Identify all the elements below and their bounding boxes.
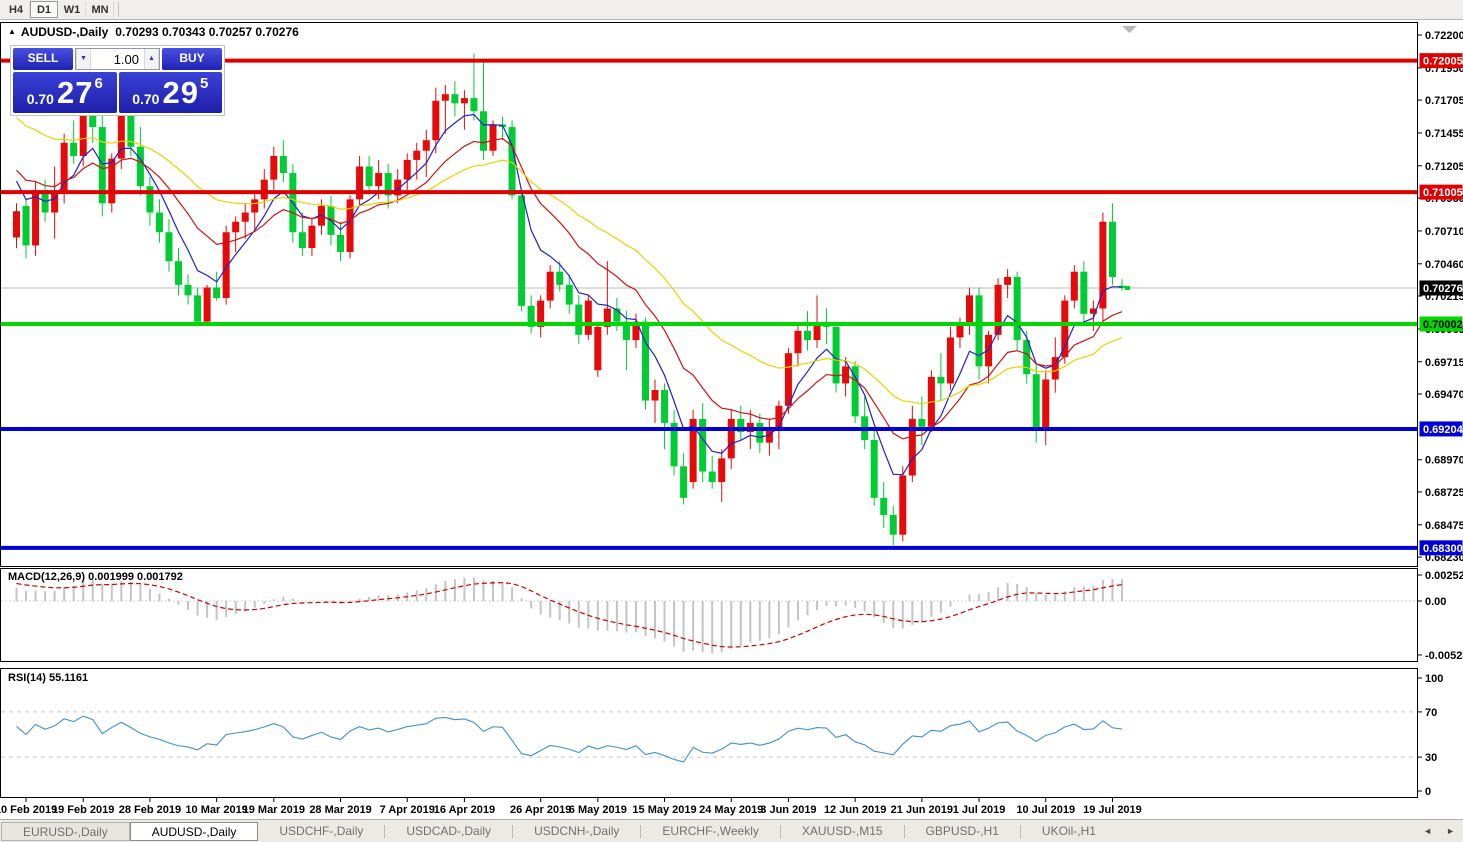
timeframe-button-w1[interactable]: W1 bbox=[58, 1, 86, 18]
svg-text:28 Feb 2019: 28 Feb 2019 bbox=[119, 804, 181, 816]
svg-text:0.00: 0.00 bbox=[1425, 596, 1446, 608]
svg-text:0.002522: 0.002522 bbox=[1425, 570, 1463, 582]
chart-header: ▲ AUDUSD-,Daily 0.70293 0.70343 0.70257 0.… bbox=[8, 25, 299, 39]
svg-text:0.69204: 0.69204 bbox=[1423, 424, 1463, 436]
volume-increase-button[interactable]: ▲ bbox=[144, 49, 159, 69]
tab-gbpusd-h1[interactable]: GBPUSD-,H1 bbox=[905, 822, 1020, 841]
volume-input[interactable] bbox=[91, 49, 144, 69]
svg-text:10 Feb 2019: 10 Feb 2019 bbox=[0, 804, 57, 816]
mt4-chart-window: H4 D1 W1 MN ▲ AUDUSD-,Daily 0.70293 0.70343 0… bbox=[0, 0, 1463, 842]
buy-button[interactable]: BUY bbox=[162, 48, 222, 70]
svg-text:24 May 2019: 24 May 2019 bbox=[699, 804, 763, 816]
tab-usdcnh-daily[interactable]: USDCNH-,Daily bbox=[513, 822, 640, 841]
svg-text:28 Mar 2019: 28 Mar 2019 bbox=[309, 804, 371, 816]
tabs-scroll-left-icon[interactable]: ◄ bbox=[1423, 826, 1432, 836]
svg-text:3 Jun 2019: 3 Jun 2019 bbox=[760, 804, 816, 816]
panel-frames bbox=[0, 22, 1418, 798]
tab-eurusd-daily[interactable]: EURUSD-,Daily bbox=[1, 821, 130, 841]
svg-text:19 Mar 2019: 19 Mar 2019 bbox=[243, 804, 305, 816]
price-axis: 0.722000.719500.717050.714550.712050.709… bbox=[1417, 30, 1463, 564]
svg-text:0.68725: 0.68725 bbox=[1425, 487, 1463, 499]
svg-text:7 Apr 2019: 7 Apr 2019 bbox=[380, 804, 435, 816]
svg-text:0.71205: 0.71205 bbox=[1425, 161, 1463, 173]
chart-ohlc-values: 0.70293 0.70343 0.70257 0.70276 bbox=[115, 25, 299, 39]
rsi-indicator-label: RSI(14) 55.1161 bbox=[8, 672, 89, 684]
svg-text:26 Apr 2019: 26 Apr 2019 bbox=[510, 804, 571, 816]
svg-text:0.71455: 0.71455 bbox=[1425, 128, 1463, 140]
collapse-arrow-icon[interactable]: ▲ bbox=[8, 27, 16, 36]
macd-indicator-label: MACD(12,26,9) 0.001999 0.001792 bbox=[8, 571, 183, 583]
timeframe-toolbar: H4 D1 W1 MN bbox=[0, 0, 1463, 20]
buy-price-sup: 5 bbox=[199, 75, 209, 92]
tabs-scroll-right-icon[interactable]: ► bbox=[1446, 826, 1455, 836]
chart-tabs-bar: EURUSD-,Daily AUDUSD-,Daily USDCHF-,Daily U… bbox=[0, 819, 1463, 842]
sell-price-display[interactable]: 0.70 27 6 bbox=[13, 72, 117, 113]
tab-audusd-daily[interactable]: AUDUSD-,Daily bbox=[129, 821, 259, 841]
svg-text:6 May 2019: 6 May 2019 bbox=[569, 804, 627, 816]
svg-text:100: 100 bbox=[1425, 673, 1443, 685]
object-marker bbox=[1124, 285, 1130, 290]
buy-price-display[interactable]: 0.70 29 5 bbox=[118, 72, 222, 113]
sell-price-prefix: 0.70 bbox=[26, 91, 54, 107]
svg-text:21 Jun 2019: 21 Jun 2019 bbox=[891, 804, 953, 816]
svg-text:0.71005: 0.71005 bbox=[1423, 187, 1463, 199]
svg-text:12 Jun 2019: 12 Jun 2019 bbox=[824, 804, 886, 816]
buy-price-big: 29 bbox=[162, 74, 199, 110]
svg-text:0.70276: 0.70276 bbox=[1423, 283, 1463, 295]
svg-text:0.70710: 0.70710 bbox=[1425, 226, 1463, 238]
svg-text:-0.005234: -0.005234 bbox=[1425, 650, 1463, 662]
volume-box: ▼ ▲ bbox=[75, 48, 160, 70]
svg-text:0.72200: 0.72200 bbox=[1425, 30, 1463, 42]
timeframe-button-h4[interactable]: H4 bbox=[2, 1, 30, 18]
tabs-scroll-nav: ◄ ► bbox=[1423, 826, 1455, 836]
tab-eurchf-weekly[interactable]: EURCHF-,Weekly bbox=[641, 822, 779, 841]
toolbar-divider bbox=[118, 2, 119, 17]
timeframe-button-d1[interactable]: D1 bbox=[30, 1, 58, 18]
sell-button[interactable]: SELL bbox=[13, 48, 73, 70]
svg-text:0.72005: 0.72005 bbox=[1423, 56, 1463, 68]
svg-text:1 Jul 2019: 1 Jul 2019 bbox=[953, 804, 1006, 816]
buy-price-prefix: 0.70 bbox=[132, 91, 160, 107]
tab-usdchf-daily[interactable]: USDCHF-,Daily bbox=[258, 822, 384, 841]
svg-text:30: 30 bbox=[1425, 752, 1437, 764]
svg-text:0.68475: 0.68475 bbox=[1425, 520, 1463, 532]
tab-usdcad-daily[interactable]: USDCAD-,Daily bbox=[385, 822, 512, 841]
tab-xauusd-m15[interactable]: XAUUSD-,M15 bbox=[781, 822, 904, 841]
svg-text:0.69715: 0.69715 bbox=[1425, 357, 1463, 369]
svg-text:0.68300: 0.68300 bbox=[1423, 543, 1463, 555]
svg-text:0: 0 bbox=[1425, 786, 1431, 798]
tab-ukoil-h1[interactable]: UKOil-,H1 bbox=[1021, 822, 1117, 841]
price-chart-svg[interactable]: 0.722000.719500.717050.714550.712050.709… bbox=[0, 20, 1463, 820]
svg-text:0.69470: 0.69470 bbox=[1425, 389, 1463, 401]
svg-text:10 Jul 2019: 10 Jul 2019 bbox=[1016, 804, 1075, 816]
timeframe-button-mn[interactable]: MN bbox=[86, 1, 114, 18]
svg-text:70: 70 bbox=[1425, 707, 1437, 719]
svg-text:0.70002: 0.70002 bbox=[1423, 319, 1463, 331]
svg-text:10 Mar 2019: 10 Mar 2019 bbox=[185, 804, 247, 816]
svg-text:19 Jul 2019: 19 Jul 2019 bbox=[1083, 804, 1142, 816]
date-axis: 10 Feb 201919 Feb 2019 28 Feb 2019 10 Mar … bbox=[0, 797, 1142, 816]
sell-price-big: 27 bbox=[56, 74, 94, 110]
svg-text:0.68970: 0.68970 bbox=[1425, 455, 1463, 467]
chart-symbol-label: AUDUSD-,Daily bbox=[20, 25, 109, 39]
svg-text:0.70460: 0.70460 bbox=[1425, 259, 1463, 271]
sell-price-sup: 6 bbox=[94, 75, 103, 92]
one-click-trade-panel: SELL ▼ ▲ BUY 0.70 27 6 0.70 29 5 bbox=[10, 45, 225, 116]
svg-text:19 Feb 2019: 19 Feb 2019 bbox=[52, 804, 114, 816]
svg-text:16 Apr 2019: 16 Apr 2019 bbox=[434, 804, 495, 816]
volume-decrease-button[interactable]: ▼ bbox=[76, 49, 91, 69]
svg-text:0.71705: 0.71705 bbox=[1425, 95, 1463, 107]
svg-text:15 May 2019: 15 May 2019 bbox=[632, 804, 696, 816]
